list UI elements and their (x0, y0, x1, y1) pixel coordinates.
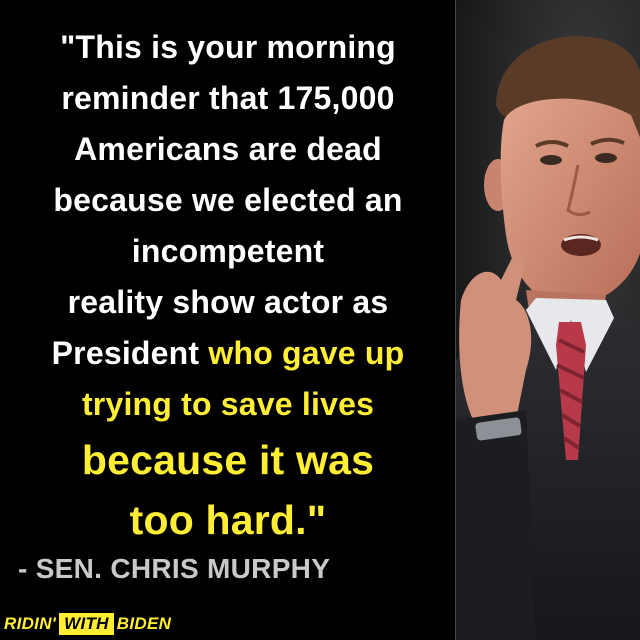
quote-line-5: incompetent (131, 233, 325, 269)
quote-line-7-plain: President (51, 335, 209, 371)
quote-line-4: because we elected an (53, 182, 403, 218)
quote-line-2: reminder that 175,000 (61, 80, 395, 116)
quote-line-9: because it was (81, 437, 375, 483)
attribution-text: - SEN. CHRIS MURPHY (18, 553, 331, 584)
logo-part-ridin: RIDIN' (4, 614, 57, 633)
quote-text: "This is your morning reminder that 175,… (8, 22, 448, 550)
quote-line-3: Americans are dead (74, 131, 382, 167)
quote-line-7-highlight: who gave up (208, 335, 405, 371)
ridin-with-biden-logo: RIDIN' WITH BIDEN (4, 612, 171, 636)
eye-left (540, 155, 562, 165)
quote-line-7: President who gave up (8, 328, 448, 379)
eye-right (595, 153, 617, 163)
quote-line-8: trying to save lives (81, 386, 375, 422)
logo-part-with: WITH (59, 613, 114, 635)
sleeve-shape (456, 410, 536, 640)
portrait-photo (455, 0, 640, 640)
logo-part-biden: BIDEN (116, 614, 172, 633)
quote-line-10: too hard." (129, 497, 327, 543)
quote-line-6: reality show actor as (67, 284, 389, 320)
portrait-illustration (456, 0, 640, 640)
quote-line-1: "This is your morning (60, 29, 396, 65)
meme-image: "This is your morning reminder that 175,… (0, 0, 640, 640)
